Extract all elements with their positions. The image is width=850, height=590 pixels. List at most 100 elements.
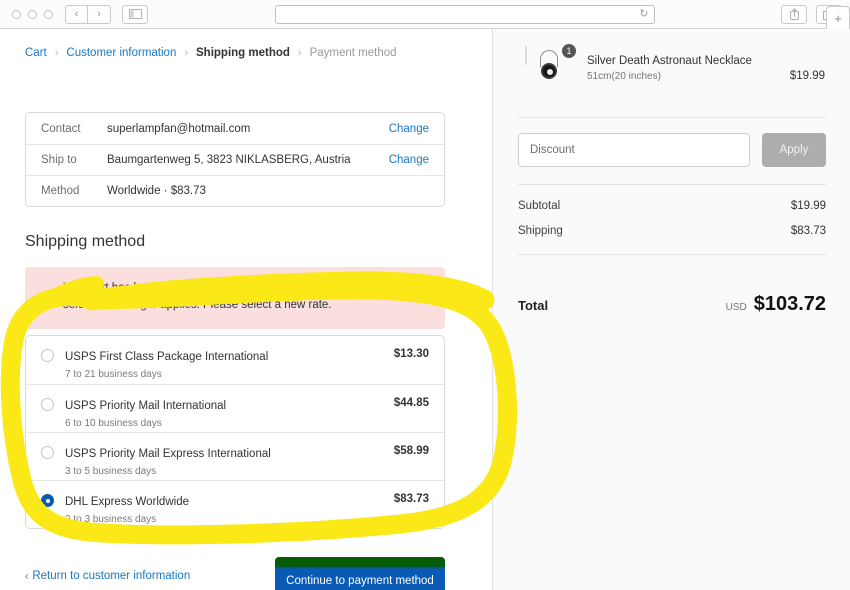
checkout-page: Cart › Customer information › Shipping m… [0, 29, 850, 590]
return-link-label: Return to customer information [32, 570, 191, 582]
radio-icon-selected[interactable] [41, 494, 54, 507]
order-summary-card: Contact superlampfan@hotmail.com Change … [25, 112, 445, 207]
shipping-option-text: DHL Express Worldwide 2 to 3 business da… [65, 492, 394, 525]
divider [518, 117, 826, 118]
summary-row-contact: Contact superlampfan@hotmail.com Change [26, 113, 444, 144]
forward-button[interactable]: › [88, 4, 111, 24]
necklace-thumbnail-image [525, 46, 558, 79]
breadcrumb-separator: › [297, 47, 302, 59]
shipping-option-name: USPS Priority Mail Express International [65, 448, 271, 460]
shipping-option-days: 7 to 21 business days [65, 369, 162, 380]
plus-icon: + [834, 10, 842, 26]
summary-label: Ship to [41, 154, 77, 166]
shipping-option-name: USPS Priority Mail International [65, 400, 227, 412]
shipping-option-row-selected[interactable]: DHL Express Worldwide 2 to 3 business da… [26, 480, 444, 528]
summary-label: Method [41, 185, 80, 197]
shipping-option-price: $13.30 [393, 348, 429, 360]
product-name: Silver Death Astronaut Necklace [587, 55, 752, 67]
quantity-badge: 1 [561, 43, 577, 59]
totals-section: Subtotal $19.99 Shipping $83.73 [518, 200, 826, 250]
breadcrumb-customer-information[interactable]: Customer information [66, 47, 176, 59]
shipping-option-row[interactable]: USPS Priority Mail Express International… [26, 432, 444, 480]
discount-section: Apply [518, 133, 826, 167]
product-price: $19.99 [789, 70, 825, 82]
shipping-option-name: DHL Express Worldwide [65, 496, 189, 508]
new-tab-button[interactable]: + [826, 6, 850, 29]
share-button[interactable] [781, 4, 807, 24]
window-controls [12, 9, 53, 19]
summary-value: superlampfan@hotmail.com [107, 122, 251, 135]
grand-total-row: Total USD $103.72 [518, 293, 826, 316]
divider [518, 184, 826, 185]
discount-input[interactable] [518, 133, 750, 167]
summary-value: Worldwide · $83.73 [107, 185, 206, 197]
breadcrumb: Cart › Customer information › Shipping m… [25, 47, 397, 59]
subtotal-row: Subtotal $19.99 [518, 200, 826, 212]
browser-toolbar: ‹ › ↻ + [0, 0, 850, 29]
summary-row-method: Method Worldwide · $83.73 [26, 175, 444, 206]
shipping-option-days: 6 to 10 business days [65, 418, 162, 429]
url-bar-container: ↻ [148, 4, 781, 24]
shipping-option-row[interactable]: USPS Priority Mail International 6 to 10… [26, 384, 444, 432]
change-address-link[interactable]: Change [389, 154, 429, 166]
sidebar-icon [128, 9, 142, 19]
return-to-customer-information-link[interactable]: ‹ Return to customer information [25, 570, 190, 582]
shipping-option-price: $83.73 [393, 493, 429, 505]
breadcrumb-payment-method: Payment method [309, 47, 397, 59]
continue-to-payment-button[interactable]: Continue to payment method [275, 557, 445, 590]
product-info: Silver Death Astronaut Necklace 51cm(20 … [573, 47, 790, 82]
radio-icon[interactable] [41, 398, 54, 411]
subtotal-value: $19.99 [790, 200, 826, 212]
continue-button-label: Continue to payment method [286, 574, 434, 587]
grand-total-value: $103.72 [753, 293, 826, 315]
shipping-option-row[interactable]: USPS First Class Package International 7… [26, 336, 444, 384]
sidebar-toggle-button[interactable] [122, 4, 148, 24]
radio-icon[interactable] [41, 446, 54, 459]
chevron-right-icon: › [97, 7, 101, 20]
maximize-light[interactable] [44, 9, 53, 19]
shipping-total-label: Shipping [518, 225, 563, 237]
grand-total-amount: USD $103.72 [726, 293, 826, 316]
breadcrumb-separator: › [184, 47, 189, 59]
shipping-option-price: $44.85 [393, 397, 429, 409]
checkout-main-column: Cart › Customer information › Shipping m… [0, 29, 492, 590]
shipping-option-days: 2 to 3 business days [65, 514, 157, 525]
radio-icon[interactable] [41, 349, 54, 362]
shipping-rate-alert: Your cart has been modified and the ship… [25, 267, 445, 329]
breadcrumb-shipping-method: Shipping method [196, 47, 290, 59]
minimize-light[interactable] [28, 9, 37, 19]
breadcrumb-cart[interactable]: Cart [25, 47, 47, 59]
shipping-option-text: USPS Priority Mail Express International… [65, 444, 394, 477]
shipping-options-list: USPS First Class Package International 7… [25, 335, 445, 529]
shipping-option-text: USPS First Class Package International 7… [65, 347, 394, 380]
browser-window: ‹ › ↻ + Cart › Customer information › Sh… [0, 0, 850, 590]
address-bar[interactable]: ↻ [274, 4, 655, 24]
divider [518, 254, 826, 255]
product-thumbnail-wrap: 1 [525, 43, 577, 95]
apply-discount-button[interactable]: Apply [762, 133, 826, 167]
order-summary-sidebar: 1 Silver Death Astronaut Necklace 51cm(2… [492, 29, 850, 590]
close-light[interactable] [12, 9, 21, 19]
apply-button-label: Apply [779, 144, 809, 156]
order-line-item: 1 Silver Death Astronaut Necklace 51cm(2… [525, 43, 825, 95]
navigation-buttons: ‹ › [65, 4, 111, 24]
breadcrumb-separator: › [54, 47, 59, 59]
shipping-total-value: $83.73 [790, 225, 826, 237]
shipping-option-name: USPS First Class Package International [65, 351, 269, 363]
shipping-option-price: $58.99 [393, 445, 429, 457]
chevron-left-icon: ‹ [74, 7, 79, 20]
reload-icon[interactable]: ↻ [639, 8, 648, 20]
chevron-left-icon: ‹ [25, 571, 29, 582]
summary-value: Baumgartenweg 5, 3823 NIKLASBERG, Austri… [107, 154, 351, 166]
shipping-option-text: USPS Priority Mail International 6 to 10… [65, 396, 394, 429]
summary-label: Contact [41, 122, 81, 135]
shipping-option-days: 3 to 5 business days [65, 466, 157, 477]
grand-total-section: Total USD $103.72 [518, 269, 826, 316]
shipping-total-row: Shipping $83.73 [518, 225, 826, 237]
back-button[interactable]: ‹ [65, 4, 88, 24]
product-variant: 51cm(20 inches) [587, 71, 661, 82]
change-contact-link[interactable]: Change [389, 123, 429, 135]
share-icon [789, 8, 799, 20]
page-title: Shipping method [25, 233, 146, 250]
currency-code: USD [725, 302, 747, 313]
